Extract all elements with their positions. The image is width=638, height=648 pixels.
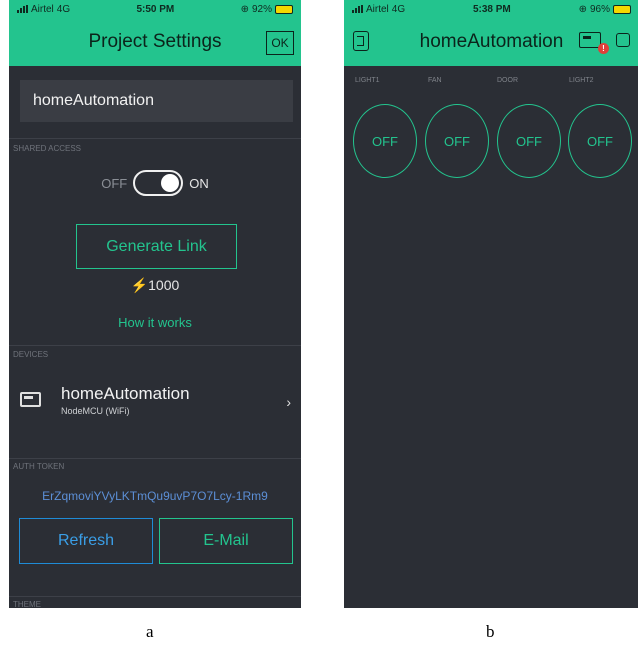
divider <box>9 458 301 459</box>
page-title: Project Settings <box>88 31 222 52</box>
shared-access-label: SHARED ACCESS <box>13 144 82 153</box>
energy-balance: ⚡1000 <box>130 277 180 293</box>
battery-percent: 96% <box>589 3 610 15</box>
email-button[interactable]: E-Mail <box>159 518 293 564</box>
widget-label-door: DOOR <box>497 77 518 84</box>
how-it-works-link[interactable]: How it works <box>9 315 301 330</box>
widget-label-light2: LIGHT2 <box>569 77 594 84</box>
network-label: 4G <box>56 3 71 15</box>
status-time: 5:50 PM <box>136 3 175 15</box>
fan-button[interactable]: OFF <box>425 104 489 178</box>
network-label: 4G <box>391 3 406 15</box>
devices-label: DEVICES <box>13 350 49 359</box>
door-button[interactable]: OFF <box>497 104 561 178</box>
battery-icon <box>275 4 293 14</box>
light2-button[interactable]: OFF <box>568 104 632 178</box>
signal-icon <box>352 5 363 13</box>
battery-icon <box>613 4 631 14</box>
ok-button[interactable]: OK <box>266 31 294 55</box>
toggle-on-label: ON <box>189 175 209 191</box>
project-settings-screen: Airtel 4G 5:50 PM ⊕ 92% Project Settings… <box>9 0 301 608</box>
status-bar: Airtel 4G 5:50 PM ⊕ 92% <box>9 0 301 18</box>
carrier-label: Airtel <box>31 3 54 15</box>
auth-token-label: AUTH TOKEN <box>13 462 65 471</box>
refresh-button[interactable]: Refresh <box>19 518 153 564</box>
theme-label: THEME <box>13 600 41 608</box>
alarm-icon: ⊕ <box>240 3 249 15</box>
widget-label-light1: LIGHT1 <box>355 77 380 84</box>
play-mode-button[interactable] <box>616 33 630 47</box>
battery-percent: 92% <box>251 3 272 15</box>
title-bar: Project Settings OK <box>9 18 301 66</box>
divider <box>9 596 301 597</box>
device-board-icon <box>20 392 41 407</box>
status-time: 5:38 PM <box>472 3 511 15</box>
project-settings-icon[interactable] <box>353 31 369 51</box>
shared-access-toggle[interactable] <box>133 170 184 196</box>
generate-link-button[interactable]: Generate Link <box>76 224 237 269</box>
device-row[interactable]: homeAutomation NodeMCU (WiFi) › <box>9 372 301 432</box>
device-name: homeAutomation <box>61 384 190 403</box>
caption-a: a <box>146 622 154 641</box>
toggle-knob <box>161 174 180 192</box>
signal-icon <box>17 5 28 13</box>
toggle-off-label: OFF <box>101 175 128 191</box>
status-bar: Airtel 4G 5:38 PM ⊕ 96% <box>344 0 638 18</box>
title-bar: homeAutomation ! <box>344 18 638 66</box>
alert-badge: ! <box>598 43 609 54</box>
alarm-icon: ⊕ <box>578 3 587 15</box>
caption-b: b <box>486 622 495 641</box>
device-type: NodeMCU (WiFi) <box>61 406 130 416</box>
light1-button[interactable]: OFF <box>353 104 417 178</box>
divider <box>9 345 301 346</box>
page-title: homeAutomation <box>419 31 564 52</box>
shared-access-toggle-row: OFF ON <box>9 170 301 196</box>
carrier-label: Airtel <box>366 3 389 15</box>
auth-token-value[interactable]: ErZqmoviYVyLKTmQu9uvP7O7Lcy-1Rm9 <box>9 489 301 503</box>
widget-label-fan: FAN <box>428 77 442 84</box>
dashboard-screen: Airtel 4G 5:38 PM ⊕ 96% homeAutomation !… <box>344 0 638 608</box>
divider <box>9 138 301 139</box>
chevron-right-icon: › <box>286 394 291 410</box>
project-name-input[interactable]: homeAutomation <box>20 80 293 122</box>
